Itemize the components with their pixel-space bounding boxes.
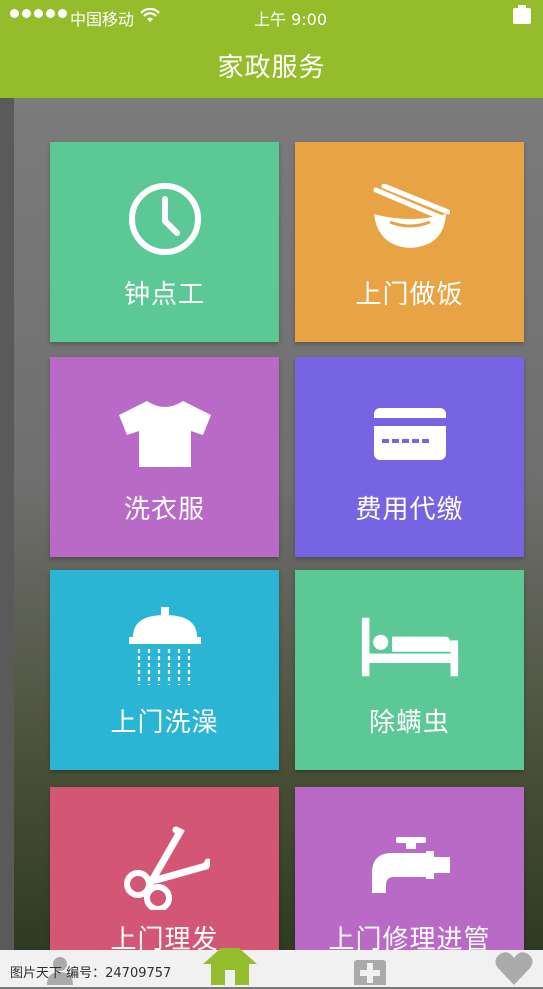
tile-label: 钟点工 <box>123 280 205 310</box>
tile-hourly-worker[interactable]: 钟点工 <box>50 142 279 342</box>
signal-strength-icon <box>10 9 67 18</box>
page-title: 家政服务 <box>217 52 326 83</box>
tab-favorites[interactable] <box>494 950 534 987</box>
wifi-icon <box>140 7 160 28</box>
scissors-icon <box>115 823 215 913</box>
tshirt-icon <box>115 389 215 479</box>
heart-icon <box>494 948 534 989</box>
clock-icon <box>115 174 215 264</box>
tile-home-cooking[interactable]: 上门做饭 <box>295 142 524 342</box>
tile-laundry[interactable]: 洗衣服 <box>50 357 279 557</box>
tile-label: 上门洗澡 <box>110 708 219 738</box>
carrier-name: 中国移动 <box>70 10 135 29</box>
tile-label: 除螨虫 <box>368 708 450 738</box>
home-icon <box>201 940 259 989</box>
nav-bar: 家政服务 <box>0 32 543 98</box>
tile-home-bathing[interactable]: 上门洗澡 <box>50 570 279 770</box>
faucet-icon <box>360 823 460 913</box>
side-panel-edge <box>0 98 14 950</box>
tile-home-haircut[interactable]: 上门理发 <box>50 787 279 955</box>
shower-icon <box>115 602 215 692</box>
tile-bill-payment[interactable]: 费用代缴 <box>295 357 524 557</box>
tile-label: 费用代缴 <box>355 495 464 525</box>
tile-home-plumbing[interactable]: 上门修理进管 <box>295 787 524 955</box>
watermark-text: 图片天下 编号：24709757 <box>10 966 172 981</box>
tab-home[interactable] <box>200 940 260 989</box>
status-time: 上午 9:00 <box>254 10 328 29</box>
tile-mite-removal[interactable]: 除螨虫 <box>295 570 524 770</box>
tile-label: 上门做饭 <box>355 280 464 310</box>
plus-box-icon <box>353 948 387 989</box>
tab-add[interactable] <box>352 948 388 989</box>
status-bar: 中国移动 上午 9:00 <box>0 0 543 32</box>
bed-icon <box>360 602 460 692</box>
battery-icon <box>513 5 531 24</box>
credit-card-icon <box>360 389 460 479</box>
tile-label: 洗衣服 <box>123 495 205 525</box>
bowl-chopsticks-icon <box>360 174 460 264</box>
